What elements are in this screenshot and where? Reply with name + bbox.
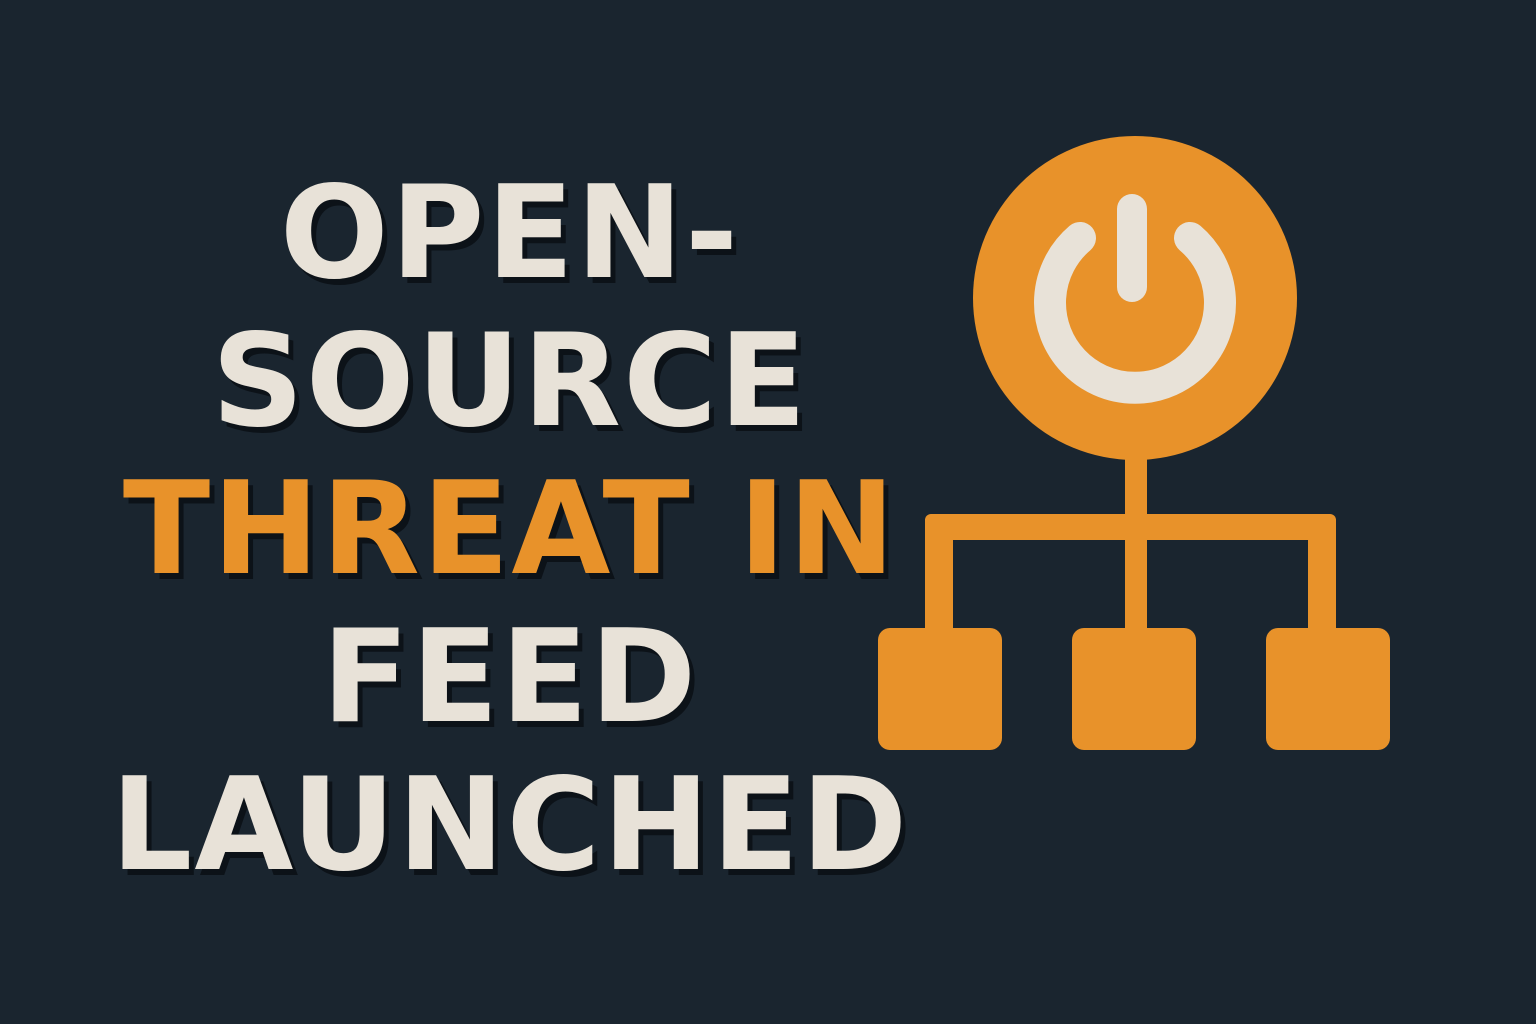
network-node-right	[1266, 628, 1390, 750]
headline-line-1: OPEN-	[279, 159, 741, 308]
headline-line-3: THREAT IN	[122, 455, 898, 604]
headline-line-4: FEED	[321, 603, 699, 752]
headline: OPEN- SOURCE THREAT IN FEED LAUNCHED	[80, 160, 940, 900]
network-node-center	[1072, 628, 1196, 750]
network-node-left	[878, 628, 1002, 750]
headline-line-5: LAUNCHED	[110, 751, 910, 900]
graphic-canvas: OPEN- SOURCE THREAT IN FEED LAUNCHED	[0, 0, 1536, 1024]
power-network-icon	[860, 120, 1420, 780]
network-connector-lines	[925, 450, 1336, 650]
headline-line-2: SOURCE	[211, 307, 809, 456]
